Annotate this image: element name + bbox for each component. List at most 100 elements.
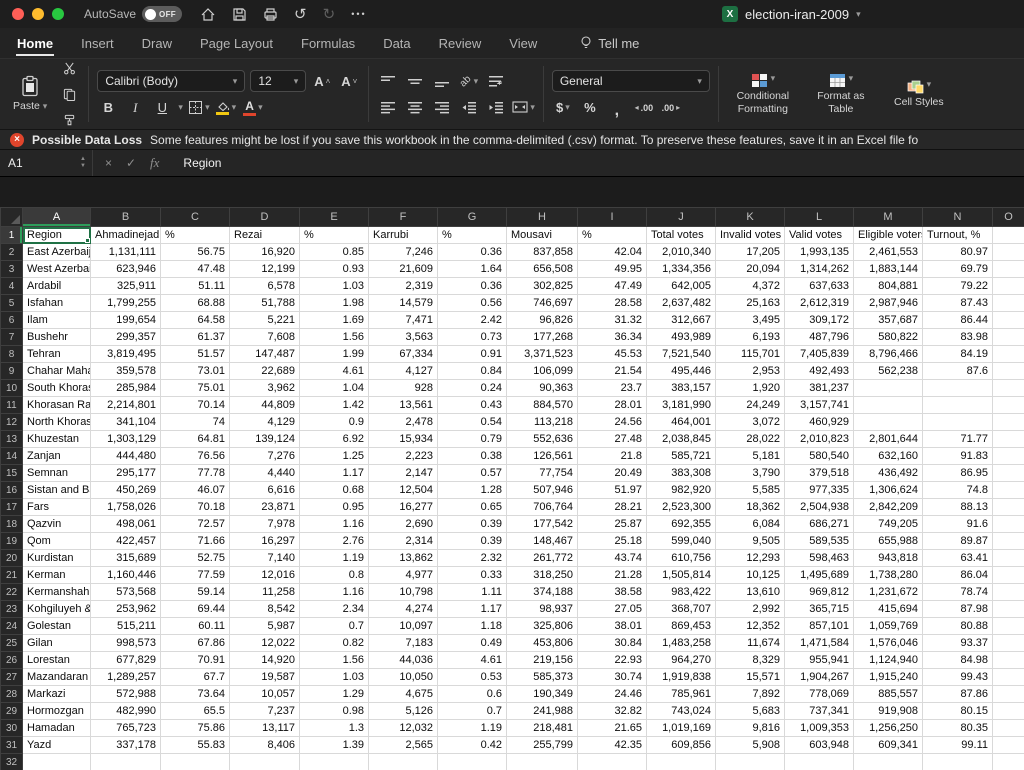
cell-B22[interactable]: 573,568 bbox=[90, 583, 161, 601]
cell-B12[interactable]: 341,104 bbox=[90, 413, 161, 431]
cell-M8[interactable]: 8,796,466 bbox=[853, 345, 923, 363]
cell-O9[interactable] bbox=[992, 362, 1024, 380]
cell-I3[interactable]: 49.95 bbox=[577, 260, 647, 278]
cell-I32[interactable] bbox=[577, 753, 647, 770]
cell-D30[interactable]: 13,117 bbox=[229, 719, 300, 737]
cell-G7[interactable]: 0.73 bbox=[437, 328, 507, 346]
cell-A28[interactable]: Markazi bbox=[22, 685, 91, 703]
cell-B17[interactable]: 1,758,026 bbox=[90, 498, 161, 516]
cell-I27[interactable]: 30.74 bbox=[577, 668, 647, 686]
cell-C3[interactable]: 47.48 bbox=[160, 260, 230, 278]
row-header-5[interactable]: 5 bbox=[0, 294, 23, 312]
cell-G22[interactable]: 1.11 bbox=[437, 583, 507, 601]
cell-H7[interactable]: 177,268 bbox=[506, 328, 578, 346]
cell-L30[interactable]: 1,009,353 bbox=[784, 719, 854, 737]
cell-F23[interactable]: 4,274 bbox=[368, 600, 438, 618]
document-title-area[interactable]: X election-iran-2009 ▾ bbox=[722, 0, 861, 28]
cell-K19[interactable]: 9,505 bbox=[715, 532, 785, 550]
cell-L26[interactable]: 955,941 bbox=[784, 651, 854, 669]
cell-K2[interactable]: 17,205 bbox=[715, 243, 785, 261]
cell-K20[interactable]: 12,293 bbox=[715, 549, 785, 567]
cell-O3[interactable] bbox=[992, 260, 1024, 278]
cell-M25[interactable]: 1,576,046 bbox=[853, 634, 923, 652]
cell-K5[interactable]: 25,163 bbox=[715, 294, 785, 312]
row-header-11[interactable]: 11 bbox=[0, 396, 23, 414]
row-header-25[interactable]: 25 bbox=[0, 634, 23, 652]
cell-M21[interactable]: 1,738,280 bbox=[853, 566, 923, 584]
cell-E8[interactable]: 1.99 bbox=[299, 345, 369, 363]
cell-O6[interactable] bbox=[992, 311, 1024, 329]
cell-styles-button[interactable]: ▾ Cell Styles bbox=[883, 77, 955, 110]
cell-D14[interactable]: 7,276 bbox=[229, 447, 300, 465]
cell-M7[interactable]: 580,822 bbox=[853, 328, 923, 346]
cell-I12[interactable]: 24.56 bbox=[577, 413, 647, 431]
formula-content[interactable]: Region bbox=[171, 150, 1024, 176]
decrease-indent-button[interactable] bbox=[458, 97, 480, 118]
cell-O25[interactable] bbox=[992, 634, 1024, 652]
enter-entry-button[interactable]: ✓ bbox=[126, 156, 136, 170]
cell-L11[interactable]: 3,157,741 bbox=[784, 396, 854, 414]
cell-D12[interactable]: 4,129 bbox=[229, 413, 300, 431]
cell-F19[interactable]: 2,314 bbox=[368, 532, 438, 550]
cell-B16[interactable]: 450,269 bbox=[90, 481, 161, 499]
bold-button[interactable]: B bbox=[97, 97, 119, 118]
tab-view[interactable]: View bbox=[508, 31, 538, 56]
cell-I8[interactable]: 45.53 bbox=[577, 345, 647, 363]
cell-N30[interactable]: 80.35 bbox=[922, 719, 993, 737]
cell-L32[interactable] bbox=[784, 753, 854, 770]
cell-N4[interactable]: 79.22 bbox=[922, 277, 993, 295]
cell-C28[interactable]: 73.64 bbox=[160, 685, 230, 703]
cell-B27[interactable]: 1,289,257 bbox=[90, 668, 161, 686]
cell-J4[interactable]: 642,005 bbox=[646, 277, 716, 295]
decrease-decimal-button[interactable]: .00 ▸ bbox=[660, 97, 682, 118]
row-header-27[interactable]: 27 bbox=[0, 668, 23, 686]
cell-D7[interactable]: 7,608 bbox=[229, 328, 300, 346]
tab-insert[interactable]: Insert bbox=[80, 31, 115, 56]
cell-D24[interactable]: 5,987 bbox=[229, 617, 300, 635]
cell-G4[interactable]: 0.36 bbox=[437, 277, 507, 295]
row-header-12[interactable]: 12 bbox=[0, 413, 23, 431]
row-header-22[interactable]: 22 bbox=[0, 583, 23, 601]
cell-H12[interactable]: 113,218 bbox=[506, 413, 578, 431]
cell-I30[interactable]: 21.65 bbox=[577, 719, 647, 737]
column-header-G[interactable]: G bbox=[437, 207, 507, 227]
cell-G21[interactable]: 0.33 bbox=[437, 566, 507, 584]
cell-C13[interactable]: 64.81 bbox=[160, 430, 230, 448]
cell-K15[interactable]: 3,790 bbox=[715, 464, 785, 482]
cell-M29[interactable]: 919,908 bbox=[853, 702, 923, 720]
cell-C16[interactable]: 46.07 bbox=[160, 481, 230, 499]
format-painter-button[interactable] bbox=[58, 110, 80, 131]
cell-E28[interactable]: 1.29 bbox=[299, 685, 369, 703]
cell-L9[interactable]: 492,493 bbox=[784, 362, 854, 380]
cell-H14[interactable]: 126,561 bbox=[506, 447, 578, 465]
cell-B32[interactable] bbox=[90, 753, 161, 770]
cell-N10[interactable] bbox=[922, 379, 993, 397]
cell-K1[interactable]: Invalid votes bbox=[715, 226, 785, 244]
cell-L24[interactable]: 857,101 bbox=[784, 617, 854, 635]
cell-F24[interactable]: 10,097 bbox=[368, 617, 438, 635]
cell-G5[interactable]: 0.56 bbox=[437, 294, 507, 312]
currency-format-button[interactable]: $ ▾ bbox=[552, 97, 574, 118]
orientation-button[interactable]: ab ▾ bbox=[458, 71, 480, 92]
increase-indent-button[interactable] bbox=[485, 97, 507, 118]
cell-L5[interactable]: 2,612,319 bbox=[784, 294, 854, 312]
cell-N12[interactable] bbox=[922, 413, 993, 431]
cell-I2[interactable]: 42.04 bbox=[577, 243, 647, 261]
cell-L2[interactable]: 1,993,135 bbox=[784, 243, 854, 261]
cell-E4[interactable]: 1.03 bbox=[299, 277, 369, 295]
cell-G28[interactable]: 0.6 bbox=[437, 685, 507, 703]
select-all-corner[interactable] bbox=[0, 207, 23, 227]
cell-N20[interactable]: 63.41 bbox=[922, 549, 993, 567]
row-header-26[interactable]: 26 bbox=[0, 651, 23, 669]
cell-K7[interactable]: 6,193 bbox=[715, 328, 785, 346]
cell-J13[interactable]: 2,038,845 bbox=[646, 430, 716, 448]
close-window-button[interactable] bbox=[12, 8, 24, 20]
cell-L4[interactable]: 637,633 bbox=[784, 277, 854, 295]
cell-K13[interactable]: 28,022 bbox=[715, 430, 785, 448]
cell-B6[interactable]: 199,654 bbox=[90, 311, 161, 329]
cell-K30[interactable]: 9,816 bbox=[715, 719, 785, 737]
cell-O30[interactable] bbox=[992, 719, 1024, 737]
cell-L22[interactable]: 969,812 bbox=[784, 583, 854, 601]
cell-L10[interactable]: 381,237 bbox=[784, 379, 854, 397]
cell-K24[interactable]: 12,352 bbox=[715, 617, 785, 635]
